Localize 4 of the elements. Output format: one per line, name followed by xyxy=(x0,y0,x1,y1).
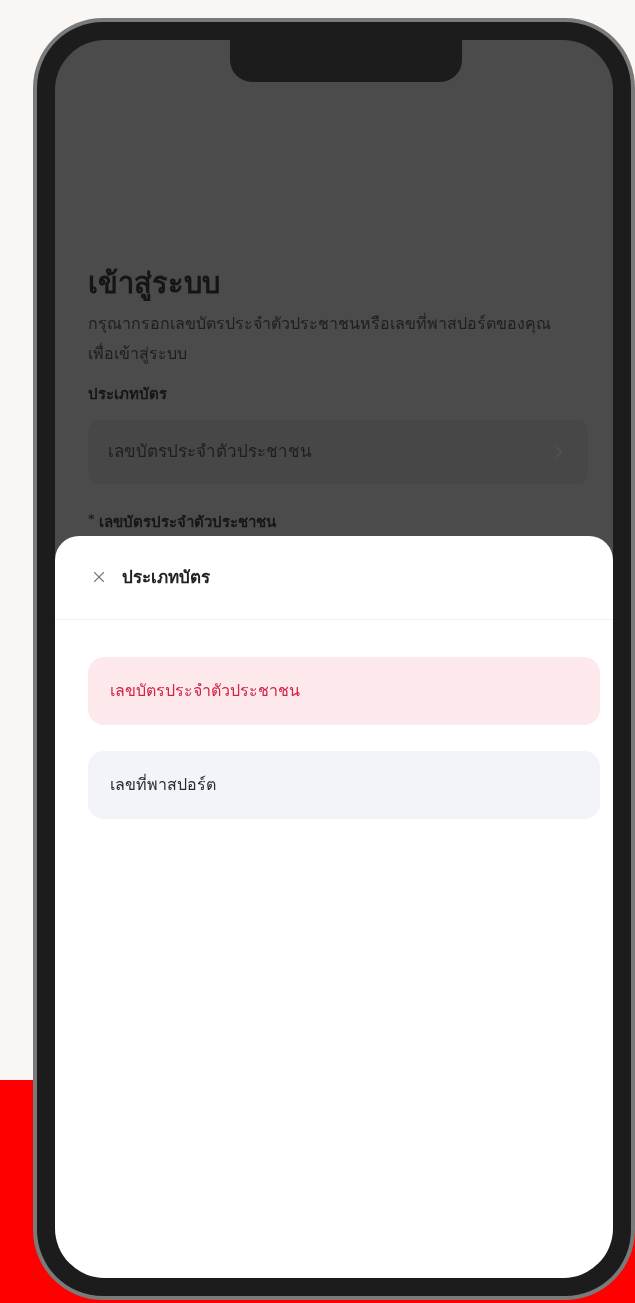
required-mark: * xyxy=(88,511,95,525)
card-type-option[interactable]: เลขที่พาสปอร์ต xyxy=(88,750,600,819)
sheet-title: ประเภทบัตร xyxy=(122,565,210,589)
card-type-option[interactable]: เลขบัตรประจำตัวประชาชน xyxy=(88,656,600,725)
